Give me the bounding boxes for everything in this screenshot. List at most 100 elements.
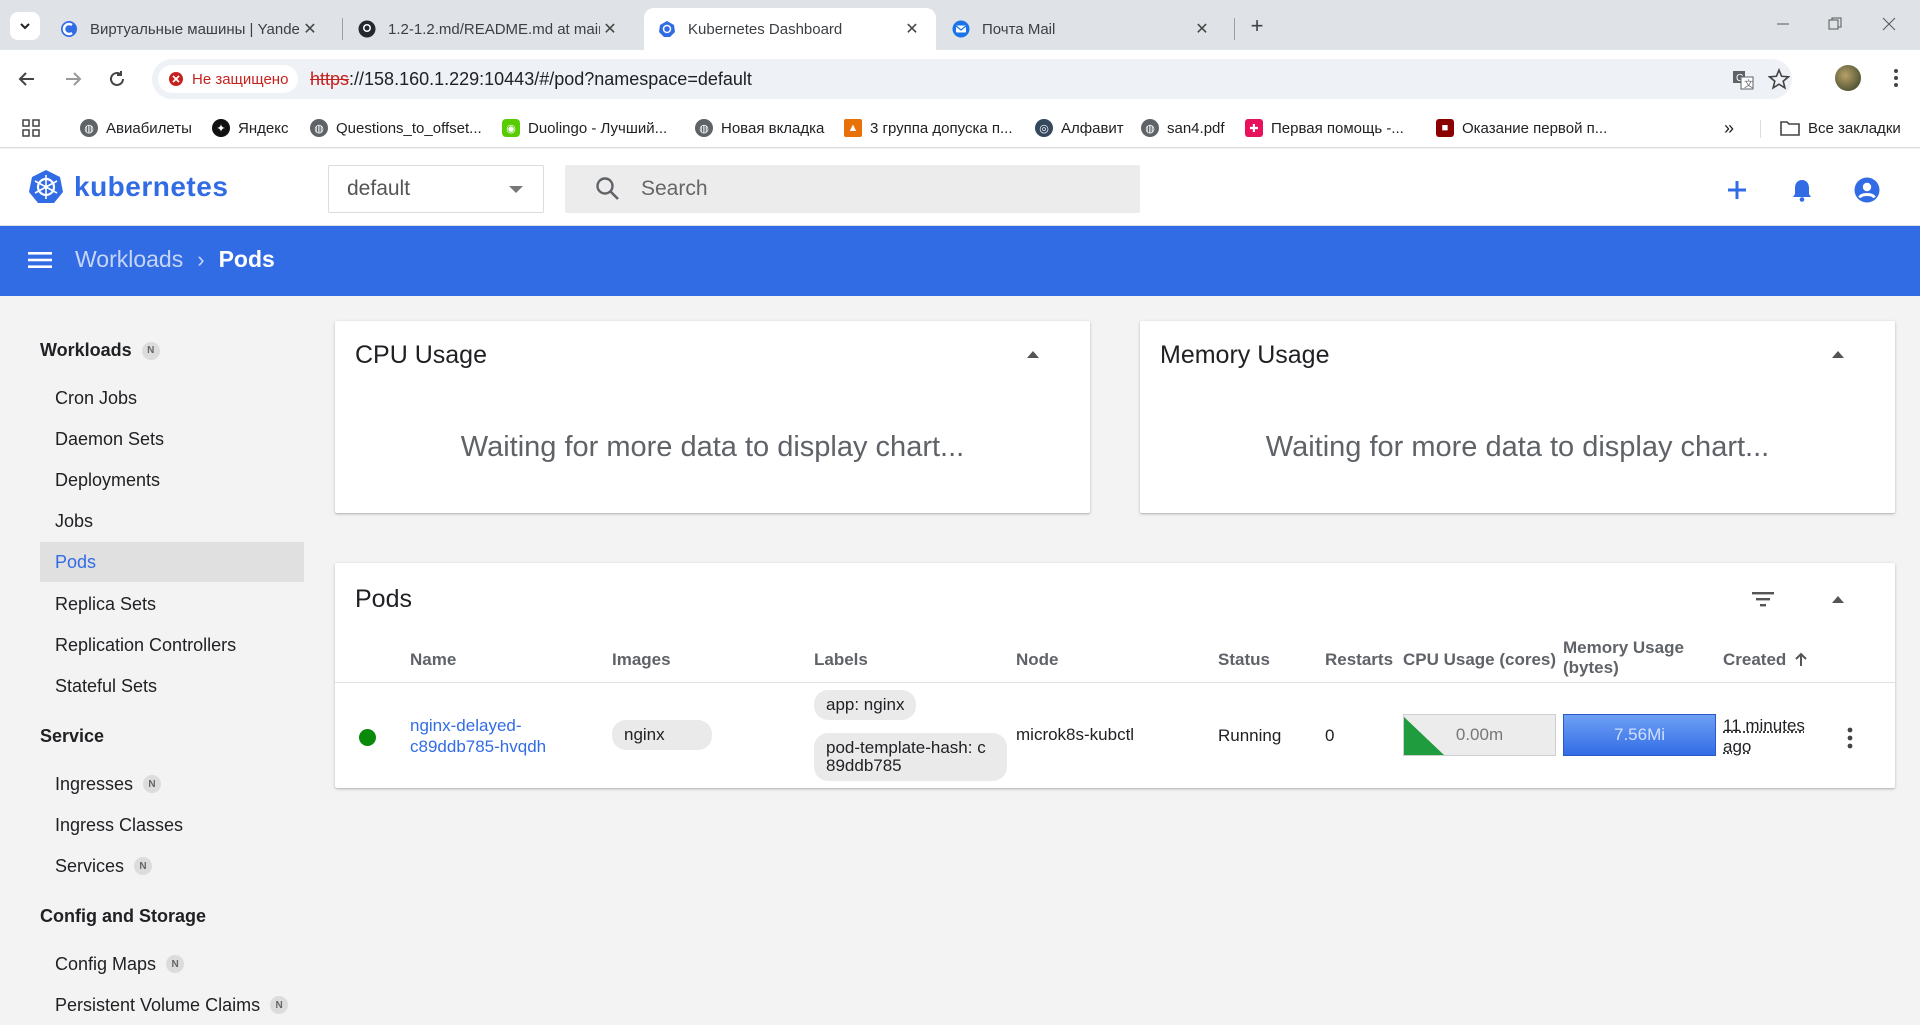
plus-icon xyxy=(1728,181,1746,199)
collapse-arrow-icon[interactable] xyxy=(1027,351,1039,358)
collapse-arrow-icon[interactable] xyxy=(1832,596,1844,603)
column-header-node[interactable]: Node xyxy=(1016,650,1059,670)
sidebar-item-label: Replica Sets xyxy=(55,593,157,614)
sidebar-item-jobs[interactable]: Jobs xyxy=(40,501,304,541)
sidebar-item-replication-controllers[interactable]: Replication Controllers xyxy=(40,625,304,665)
profile-avatar[interactable] xyxy=(1835,65,1861,91)
url-text[interactable]: https://158.160.1.229:10443/#/pod?namesp… xyxy=(310,69,752,90)
duolingo-icon: ◉ xyxy=(502,119,520,137)
bookmark-item[interactable]: ✦ Яндекс xyxy=(212,116,288,140)
hamburger-menu-icon xyxy=(28,252,52,268)
forward-button[interactable] xyxy=(58,64,88,94)
close-icon[interactable]: ✕ xyxy=(902,19,922,39)
browser-tab-github[interactable]: 1.2-1.2.md/README.md at main ✕ xyxy=(344,8,634,50)
restore-window-button[interactable] xyxy=(1820,12,1850,36)
bookmark-star-button[interactable] xyxy=(1767,67,1791,90)
sidebar-item-ingresses[interactable]: Ingresses N xyxy=(40,764,304,804)
bookmark-item[interactable]: ◍ san4.pdf xyxy=(1141,116,1225,140)
label-chip-line2: 89ddb785 xyxy=(826,756,902,775)
apps-button[interactable] xyxy=(22,116,40,140)
sidebar-item-stateful-sets[interactable]: Stateful Sets xyxy=(40,666,304,706)
sidebar-item-label: Replication Controllers xyxy=(55,634,237,655)
column-header-labels: Labels xyxy=(814,650,868,669)
sidebar-item-deployments[interactable]: Deployments xyxy=(40,460,304,500)
apps-grid-icon xyxy=(22,119,40,137)
address-bar[interactable]: Не защищено https://158.160.1.229:10443/… xyxy=(152,59,1792,99)
account-button[interactable] xyxy=(1852,175,1882,205)
collapse-arrow-icon[interactable] xyxy=(1832,351,1844,358)
translate-button[interactable]: G文 xyxy=(1732,69,1754,91)
sidebar-section-title: Service xyxy=(40,726,105,746)
sidebar-item-replica-sets[interactable]: Replica Sets xyxy=(40,584,304,624)
pod-name-link[interactable]: nginx-delayed- c89ddb785-hvqdh xyxy=(410,715,546,757)
browser-tab-yandex[interactable]: Виртуальные машины | Yandex ✕ xyxy=(46,8,334,50)
column-header-created-label: Created xyxy=(1723,650,1787,669)
sidebar-section-workloads[interactable]: Workloads N xyxy=(40,340,160,361)
bookmark-item[interactable]: ◍ Новая вкладка xyxy=(695,116,824,140)
yandex-icon: ✦ xyxy=(212,119,230,137)
globe-icon: ◍ xyxy=(1141,119,1159,137)
yandex-cloud-icon xyxy=(60,20,78,38)
namespace-select[interactable]: default xyxy=(328,165,544,213)
kubernetes-logo[interactable]: kubernetes xyxy=(28,169,228,205)
bookmark-item[interactable]: ▲ 3 группа допуска п... xyxy=(844,116,1013,140)
browser-toolbar: Не защищено https://158.160.1.229:10443/… xyxy=(0,50,1920,108)
browser-tab-kubernetes[interactable]: Kubernetes Dashboard ✕ xyxy=(644,8,936,50)
sidebar-item-cron-jobs[interactable]: Cron Jobs xyxy=(40,378,304,418)
sidebar-item-daemon-sets[interactable]: Daemon Sets xyxy=(40,419,304,459)
browser-menu-button[interactable] xyxy=(1886,64,1906,92)
create-resource-button[interactable] xyxy=(1722,175,1752,205)
namespaced-badge: N xyxy=(270,996,289,1014)
minimize-window-button[interactable] xyxy=(1768,12,1798,36)
sidebar-item-services[interactable]: Services N xyxy=(40,846,304,886)
column-header-status[interactable]: Status xyxy=(1218,650,1270,670)
column-header-restarts[interactable]: Restarts xyxy=(1325,650,1393,670)
pod-name-line2: c89ddb785-hvqdh xyxy=(410,737,547,756)
folder-icon xyxy=(1780,121,1800,136)
close-window-button[interactable] xyxy=(1874,12,1904,36)
row-actions-button[interactable] xyxy=(1840,725,1860,751)
svg-text:文: 文 xyxy=(1744,78,1753,89)
close-icon[interactable]: ✕ xyxy=(1192,19,1212,39)
sidebar-section-config-storage[interactable]: Config and Storage xyxy=(40,906,206,927)
bookmark-item[interactable]: ■ Оказание первой п... xyxy=(1436,116,1607,140)
menu-toggle-button[interactable] xyxy=(28,250,52,275)
namespace-value: default xyxy=(347,177,411,200)
new-tab-button[interactable]: + xyxy=(1243,12,1271,40)
bookmark-item[interactable]: ✚ Первая помощь -... xyxy=(1245,116,1404,140)
app-header: kubernetes default Search xyxy=(0,149,1920,226)
sidebar-item-label: Config Maps xyxy=(55,953,157,974)
bookmarks-overflow-button[interactable]: » xyxy=(1724,116,1734,140)
column-header-name[interactable]: Name xyxy=(410,650,456,670)
all-bookmarks-button[interactable]: Все закладки xyxy=(1780,116,1901,140)
chart-placeholder-message: Waiting for more data to display chart..… xyxy=(1265,431,1770,463)
browser-tab-mail[interactable]: Почта Mail ✕ xyxy=(938,8,1226,50)
bookmark-item[interactable]: ◍ Questions_to_offset... xyxy=(310,116,482,140)
sidebar-item-config-maps[interactable]: Config Maps N xyxy=(40,944,304,984)
sidebar-item-persistent-volume-claims[interactable]: Persistent Volume Claims N xyxy=(40,985,304,1025)
cpu-usage-card: CPU Usage Waiting for more data to displ… xyxy=(335,321,1090,513)
close-icon[interactable]: ✕ xyxy=(600,19,620,39)
tab-list-dropdown-button[interactable] xyxy=(10,12,40,40)
back-button[interactable] xyxy=(12,64,42,94)
notifications-button[interactable] xyxy=(1787,175,1817,205)
reload-button[interactable] xyxy=(102,64,132,94)
bookmark-item[interactable]: ◍ Авиабилеты xyxy=(80,116,192,140)
pod-name-line1: nginx-delayed- xyxy=(410,716,522,735)
search-input[interactable]: Search xyxy=(565,165,1140,213)
breadcrumb-workloads[interactable]: Workloads xyxy=(75,246,183,273)
security-status-chip[interactable]: Не защищено xyxy=(158,65,299,93)
pod-status: Running xyxy=(1218,726,1282,745)
close-icon[interactable]: ✕ xyxy=(300,19,320,39)
sidebar-section-service[interactable]: Service xyxy=(40,726,104,747)
bookmark-label: Все закладки xyxy=(1808,119,1901,137)
sidebar-item-pods[interactable]: Pods xyxy=(40,542,304,582)
bookmark-item[interactable]: ◎ Алфавит xyxy=(1035,116,1124,140)
bookmark-item[interactable]: ◉ Duolingo - Лучший... xyxy=(502,116,667,140)
created-time-line2: ago xyxy=(1723,737,1752,756)
filter-button[interactable] xyxy=(1751,589,1777,613)
column-header-memory: Memory Usage (bytes) xyxy=(1563,638,1684,678)
sidebar-item-ingress-classes[interactable]: Ingress Classes xyxy=(40,805,304,845)
column-header-created[interactable]: Created xyxy=(1723,650,1808,670)
close-icon xyxy=(1882,17,1896,31)
